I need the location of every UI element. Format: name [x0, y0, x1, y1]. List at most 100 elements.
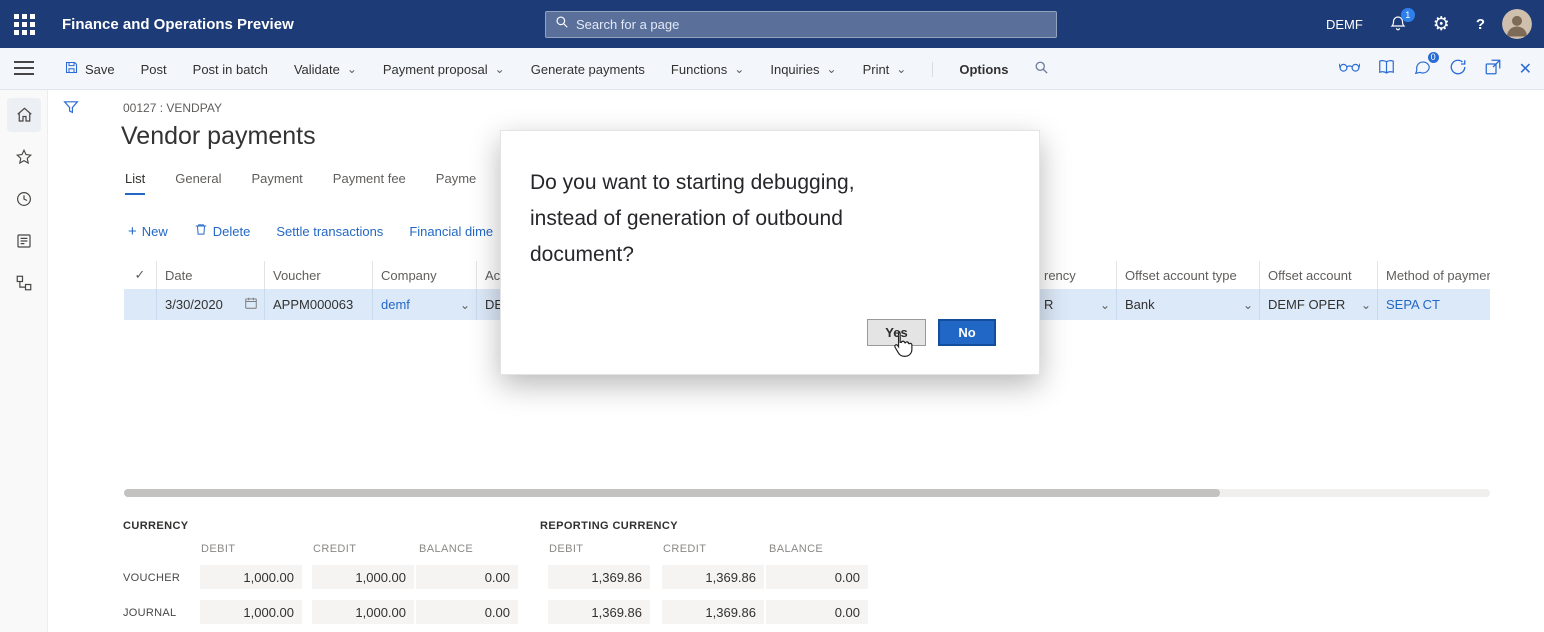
sidebar-item-favorites[interactable] [0, 136, 48, 178]
row-date-cell[interactable]: 3/30/2020 [157, 289, 265, 320]
inquiries-label: Inquiries [770, 62, 819, 77]
action-search-button[interactable] [1034, 60, 1049, 78]
glasses-view-button[interactable] [1339, 60, 1360, 78]
tab-payment[interactable]: Payment [251, 171, 302, 195]
voucher-credit-value: 1,000.00 [312, 565, 414, 589]
tab-payment-partial[interactable]: Payme [436, 171, 476, 195]
chevron-down-icon: ⌄ [896, 63, 906, 75]
horizontal-scrollbar-track[interactable] [124, 489, 1490, 497]
date-value: 3/30/2020 [165, 297, 223, 312]
tab-general[interactable]: General [175, 171, 221, 195]
chevron-down-icon[interactable]: ⌄ [460, 298, 470, 312]
row-method-of-payment-cell[interactable]: SEPA CT [1378, 289, 1490, 320]
yes-button[interactable]: Yes [867, 319, 926, 346]
delete-label: Delete [213, 224, 251, 239]
settle-transactions-button[interactable]: Settle transactions [276, 224, 383, 239]
home-icon [7, 98, 41, 132]
chevron-down-icon[interactable]: ⌄ [1243, 298, 1253, 312]
chevron-down-icon[interactable]: ⌄ [1100, 298, 1110, 312]
journal-credit-value: 1,000.00 [312, 600, 414, 624]
column-header-currency[interactable]: rency [1040, 261, 1117, 289]
tab-payment-fee[interactable]: Payment fee [333, 171, 406, 195]
open-in-new-window-button[interactable] [1484, 58, 1502, 81]
functions-label: Functions [671, 62, 727, 77]
print-menu-button[interactable]: Print ⌄ [863, 62, 907, 77]
generate-payments-label: Generate payments [531, 62, 645, 77]
book-icon [1377, 58, 1396, 81]
options-button[interactable]: Options [932, 62, 1008, 77]
row-offset-account-cell[interactable]: DEMF OPER ⌄ [1260, 289, 1378, 320]
column-header-company[interactable]: Company [373, 261, 477, 289]
column-header-date[interactable]: Date [157, 261, 265, 289]
search-input[interactable] [576, 17, 1047, 32]
refresh-button[interactable] [1449, 58, 1467, 81]
currency-value: R [1044, 297, 1053, 312]
nav-menu-button[interactable] [14, 61, 34, 79]
record-caption: 00127 : VENDPAY [123, 101, 222, 115]
save-icon [64, 60, 79, 78]
company-picker-button[interactable]: DEMF [1313, 0, 1376, 48]
journal-rep-credit-value: 1,369.86 [662, 600, 764, 624]
sidebar-item-workspaces[interactable] [0, 220, 48, 262]
user-avatar[interactable] [1502, 9, 1532, 39]
help-button[interactable]: ? [1463, 0, 1498, 48]
filter-button[interactable] [62, 99, 80, 121]
validate-menu-button[interactable]: Validate ⌄ [294, 62, 357, 77]
sidebar-item-modules[interactable] [0, 262, 48, 304]
global-search-box[interactable] [545, 11, 1057, 38]
task-guide-button[interactable] [1377, 58, 1396, 81]
save-button[interactable]: Save [64, 60, 115, 78]
voucher-rep-balance-value: 0.00 [766, 565, 868, 589]
no-button[interactable]: No [938, 319, 996, 346]
settings-button[interactable]: ⚙ [1420, 0, 1463, 48]
print-label: Print [863, 62, 890, 77]
financial-dimensions-button[interactable]: Financial dime [409, 224, 493, 239]
app-launcher-button[interactable] [0, 0, 48, 48]
settle-label: Settle transactions [276, 224, 383, 239]
company-link[interactable]: demf [381, 297, 410, 312]
dialog-message: Do you want to starting debugging, inste… [530, 165, 910, 273]
column-header-offset-account[interactable]: Offset account [1260, 261, 1378, 289]
generate-payments-button[interactable]: Generate payments [531, 62, 645, 77]
clock-icon [7, 182, 41, 216]
method-of-payment-link[interactable]: SEPA CT [1386, 297, 1440, 312]
checkmark-icon: ✓ [135, 267, 146, 283]
row-company-cell[interactable]: demf ⌄ [373, 289, 477, 320]
sidebar-item-recent[interactable] [0, 178, 48, 220]
row-currency-cell[interactable]: R ⌄ [1040, 289, 1117, 320]
select-all-column-header[interactable]: ✓ [124, 261, 157, 289]
journal-balance-value: 0.00 [416, 600, 518, 624]
delete-button[interactable]: Delete [194, 222, 251, 240]
payment-proposal-menu-button[interactable]: Payment proposal ⌄ [383, 62, 505, 77]
functions-menu-button[interactable]: Functions ⌄ [671, 62, 744, 77]
journal-rep-debit-value: 1,369.86 [548, 600, 650, 624]
notifications-button[interactable]: 1 [1376, 0, 1420, 48]
star-icon [7, 140, 41, 174]
tab-list[interactable]: List [125, 171, 145, 195]
new-button[interactable]: + New [128, 224, 168, 239]
plus-icon: + [128, 224, 137, 239]
messages-button[interactable]: 0 [1413, 58, 1432, 81]
close-page-button[interactable]: ✕ [1519, 59, 1532, 79]
totals-header-debit: DEBIT [201, 543, 235, 555]
column-header-voucher[interactable]: Voucher [265, 261, 373, 289]
post-label: Post [141, 62, 167, 77]
column-header-method-of-payment[interactable]: Method of paymer [1378, 261, 1490, 289]
post-in-batch-label: Post in batch [193, 62, 268, 77]
chevron-down-icon[interactable]: ⌄ [1361, 298, 1371, 312]
grid-toolbar: + New Delete Settle transactions Financi… [128, 222, 493, 240]
sidebar-item-home[interactable] [0, 94, 48, 136]
post-in-batch-button[interactable]: Post in batch [193, 62, 268, 77]
row-offset-account-type-cell[interactable]: Bank ⌄ [1117, 289, 1260, 320]
column-header-offset-account-type[interactable]: Offset account type [1117, 261, 1260, 289]
row-voucher-cell[interactable]: APPM000063 [265, 289, 373, 320]
post-button[interactable]: Post [141, 62, 167, 77]
horizontal-scrollbar-thumb[interactable] [124, 489, 1220, 497]
topbar-right: DEMF 1 ⚙ ? [1313, 0, 1544, 48]
calendar-icon[interactable] [244, 296, 258, 313]
inquiries-menu-button[interactable]: Inquiries ⌄ [770, 62, 836, 77]
row-select-cell[interactable] [124, 289, 157, 320]
waffle-icon [14, 14, 35, 35]
search-icon [555, 15, 569, 34]
page-title: Vendor payments [121, 122, 316, 151]
